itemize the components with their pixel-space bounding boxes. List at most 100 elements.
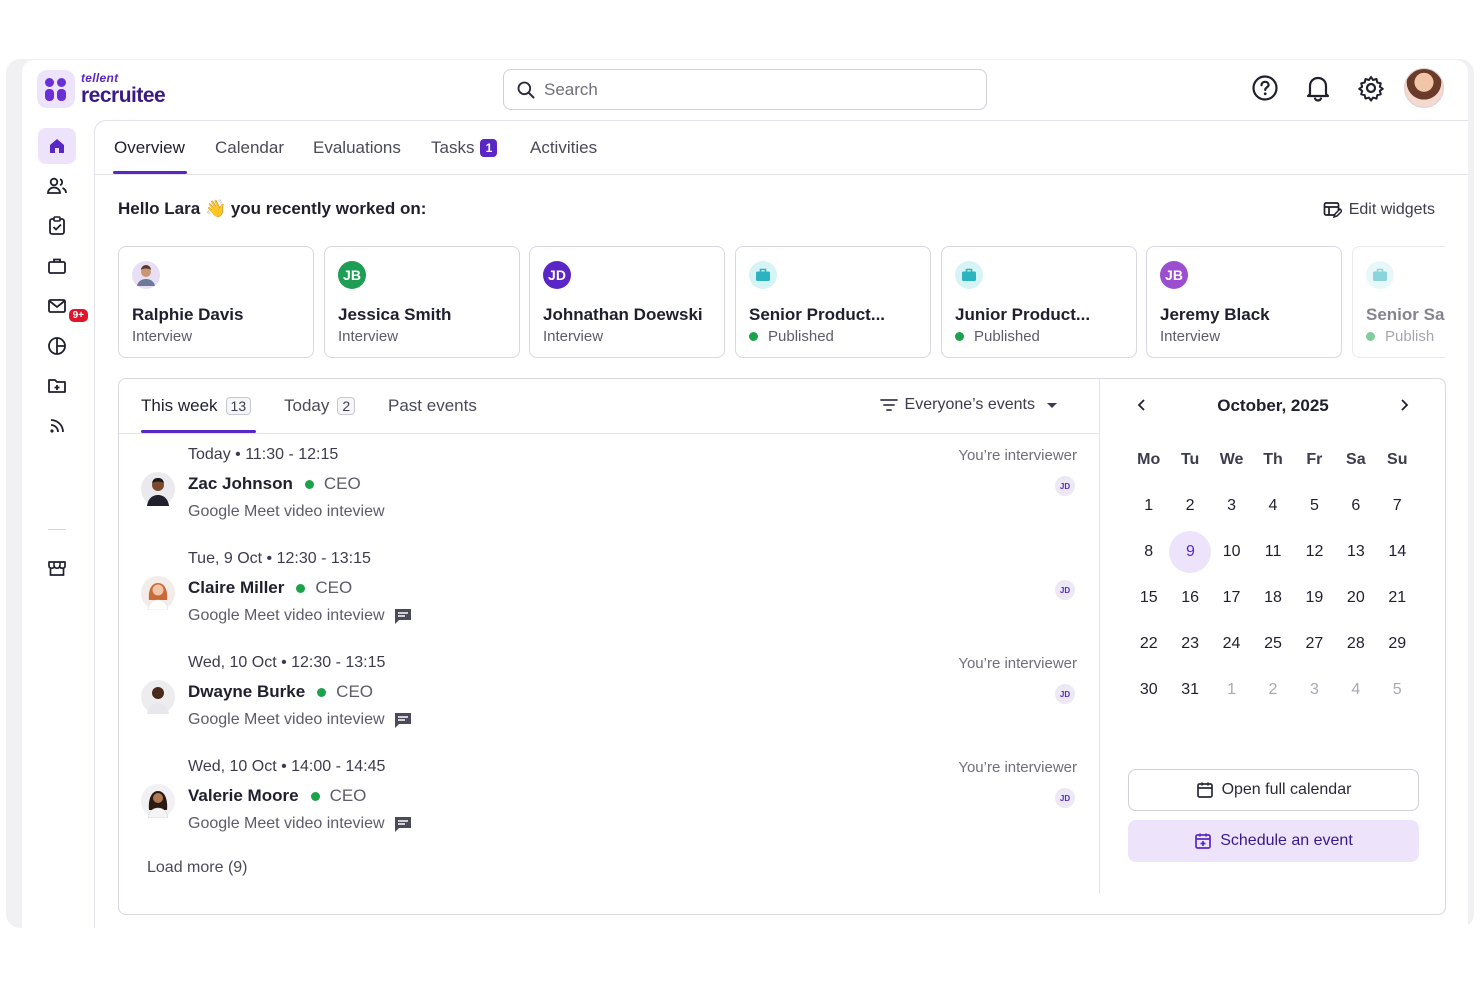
calendar-day-next-month[interactable]: 4 xyxy=(1335,681,1376,699)
calendar-day[interactable]: 6 xyxy=(1335,497,1376,515)
calendar-day-today[interactable]: 9 xyxy=(1169,531,1212,573)
sidebar-item-marketplace[interactable] xyxy=(38,550,76,586)
sidebar-item-tasks[interactable] xyxy=(38,208,76,244)
events-filter-dropdown[interactable]: Everyone’s events xyxy=(879,396,1063,414)
calendar-day[interactable]: 15 xyxy=(1128,589,1169,607)
calendar-day[interactable]: 12 xyxy=(1294,543,1335,561)
chat-icon[interactable] xyxy=(393,607,413,625)
recent-card[interactable]: Senior Product... Published xyxy=(735,246,931,358)
sidebar-item-home[interactable] xyxy=(38,128,76,164)
app-window: tellent recruitee Search 9+ Overview Cal… xyxy=(22,60,1468,928)
recent-card[interactable]: Senior Sa Publish xyxy=(1352,246,1445,358)
edit-widgets-button[interactable]: Edit widgets xyxy=(1323,201,1435,219)
people-icon xyxy=(47,177,67,194)
calendar-day-next-month[interactable]: 1 xyxy=(1211,681,1252,699)
calendar-day[interactable]: 16 xyxy=(1169,589,1210,607)
tab-this-week[interactable]: This week 13 xyxy=(141,396,252,416)
search-box[interactable] xyxy=(503,69,987,110)
candidate-name: Valerie Moore xyxy=(188,786,299,805)
sidebar-item-talent-pool[interactable] xyxy=(38,368,76,404)
logo[interactable]: tellent recruitee xyxy=(37,70,166,108)
calendar-icon xyxy=(1196,782,1213,798)
sidebar-divider xyxy=(48,529,66,530)
rss-icon xyxy=(50,419,64,433)
greeting: Hello Lara 👋 you recently worked on: xyxy=(118,199,427,218)
events-tabs: This week 13 Today 2 Past events Everyone’… xyxy=(119,379,1099,434)
calendar-day-next-month[interactable]: 2 xyxy=(1252,681,1293,699)
calendar-day[interactable]: 19 xyxy=(1294,589,1335,607)
tab-past-events[interactable]: Past events xyxy=(388,396,477,416)
calendar-day-next-month[interactable]: 5 xyxy=(1377,681,1418,699)
calendar-day[interactable]: 25 xyxy=(1252,635,1293,653)
calendar-week: 15 16 17 18 19 20 21 xyxy=(1128,575,1418,621)
event-item[interactable]: Wed, 10 Oct • 14:00 - 14:45 Valerie Moor… xyxy=(141,758,1077,848)
calendar-day[interactable]: 23 xyxy=(1169,635,1210,653)
calendar-day[interactable]: 21 xyxy=(1377,589,1418,607)
calendar-day[interactable]: 7 xyxy=(1377,497,1418,515)
briefcase-icon xyxy=(955,261,983,289)
calendar-day[interactable]: 3 xyxy=(1211,497,1252,515)
recent-card[interactable]: JB Jeremy Black Interview xyxy=(1146,246,1342,358)
help-icon[interactable] xyxy=(1250,73,1280,103)
calendar-day[interactable]: 20 xyxy=(1335,589,1376,607)
calendar-week: 30 31 1 2 3 4 5 xyxy=(1128,667,1418,713)
calendar-day[interactable]: 18 xyxy=(1252,589,1293,607)
calendar-day[interactable]: 29 xyxy=(1377,635,1418,653)
calendar-day[interactable]: 13 xyxy=(1335,543,1376,561)
calendar-day[interactable]: 24 xyxy=(1211,635,1252,653)
calendar-day[interactable]: 8 xyxy=(1128,543,1169,561)
calendar-day[interactable]: 4 xyxy=(1252,497,1293,515)
user-avatar[interactable] xyxy=(1404,68,1444,108)
pie-chart-icon xyxy=(48,337,66,355)
calendar-day[interactable]: 22 xyxy=(1128,635,1169,653)
sidebar-item-jobs[interactable] xyxy=(38,248,76,284)
tab-activities[interactable]: Activities xyxy=(530,138,597,158)
tab-evaluations[interactable]: Evaluations xyxy=(313,138,401,158)
calendar-day[interactable]: 14 xyxy=(1377,543,1418,561)
main-panel: Overview Calendar Evaluations Tasks 1 Act… xyxy=(94,120,1468,928)
chat-icon[interactable] xyxy=(393,711,413,729)
gear-icon[interactable] xyxy=(1356,73,1386,103)
tab-overview[interactable]: Overview xyxy=(114,138,185,158)
schedule-event-button[interactable]: Schedule an event xyxy=(1128,820,1419,862)
calendar-day[interactable]: 11 xyxy=(1252,543,1293,561)
calendar-day[interactable]: 1 xyxy=(1128,497,1169,515)
sidebar-item-mailbox[interactable]: 9+ xyxy=(38,288,88,324)
calendar-day[interactable]: 2 xyxy=(1169,497,1210,515)
calendar-day[interactable]: 28 xyxy=(1335,635,1376,653)
sidebar-item-reports[interactable] xyxy=(38,328,76,364)
open-full-calendar-button[interactable]: Open full calendar xyxy=(1128,769,1419,811)
recent-card[interactable]: JB Jessica Smith Interview xyxy=(324,246,520,358)
recent-card[interactable]: Ralphie Davis Interview xyxy=(118,246,314,358)
calendar-day[interactable]: 27 xyxy=(1294,635,1335,653)
search-input[interactable] xyxy=(544,79,964,100)
logo-recruitee: recruitee xyxy=(81,84,166,107)
mail-badge: 9+ xyxy=(68,309,88,322)
recent-card[interactable]: Junior Product... Published xyxy=(941,246,1137,358)
calendar-day[interactable]: 31 xyxy=(1169,681,1210,699)
recent-card[interactable]: JD Johnathan Doewski Interview xyxy=(529,246,725,358)
tab-tasks[interactable]: Tasks 1 xyxy=(431,138,498,158)
calendar-day[interactable]: 17 xyxy=(1211,589,1252,607)
caret-down-icon xyxy=(1047,403,1057,408)
avatar xyxy=(141,472,175,506)
calendar-day[interactable]: 30 xyxy=(1128,681,1169,699)
published-dot xyxy=(1366,332,1375,341)
calendar-day[interactable]: 5 xyxy=(1294,497,1335,515)
event-item[interactable]: Today • 11:30 - 12:15 Zac Johnson CEO Goo… xyxy=(141,446,1077,536)
sidebar-item-feed[interactable] xyxy=(38,408,76,444)
event-item[interactable]: Wed, 10 Oct • 12:30 - 13:15 Dwayne Burke… xyxy=(141,654,1077,744)
load-more-button[interactable]: Load more (9) xyxy=(147,859,248,877)
chat-icon[interactable] xyxy=(393,815,413,833)
event-item[interactable]: Tue, 9 Oct • 12:30 - 13:15 Claire Miller… xyxy=(141,550,1077,640)
tab-today[interactable]: Today 2 xyxy=(284,396,356,416)
tab-calendar[interactable]: Calendar xyxy=(215,138,284,158)
status-dot xyxy=(304,479,314,489)
sidebar-item-candidates[interactable] xyxy=(38,168,76,204)
bell-icon[interactable] xyxy=(1303,73,1333,103)
calendar-day[interactable]: 10 xyxy=(1211,543,1252,561)
avatar xyxy=(141,576,175,611)
chevron-right-icon[interactable] xyxy=(1396,396,1412,419)
avatar xyxy=(141,784,175,819)
calendar-day-next-month[interactable]: 3 xyxy=(1294,681,1335,699)
